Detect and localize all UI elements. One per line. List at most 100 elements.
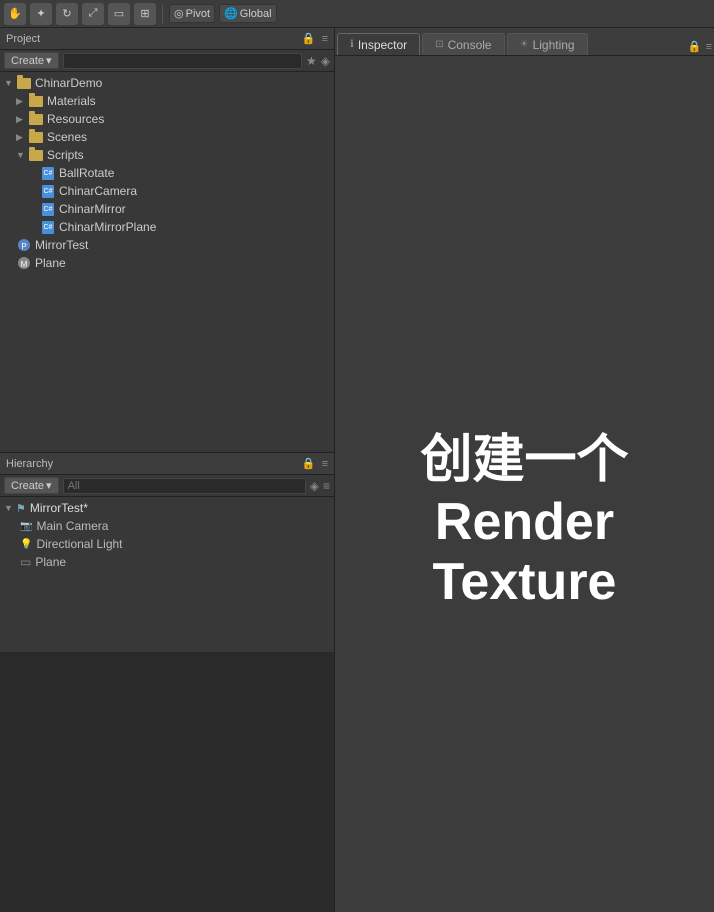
tab-menu-icon[interactable]: ≡ [706,41,712,53]
dropdown-arrow: ▾ [46,479,52,492]
console-tab-icon: ⊡ [435,39,443,50]
hand-tool[interactable]: ✋ [4,3,26,25]
script-icon: C# [40,220,56,234]
folder-icon [28,112,44,126]
project-toolbar: Create ▾ ★ ◈ [0,50,334,72]
mesh-icon: M [16,256,32,270]
item-label: BallRotate [59,166,114,180]
item-label: Plane [35,555,66,569]
inspector-tab-label: Inspector [358,38,407,52]
list-item[interactable]: M Plane [0,254,334,272]
svg-text:M: M [21,260,28,269]
left-panels: Project 🔒 ≡ Create ▾ ★ ◈ ▼ [0,28,335,912]
create-button[interactable]: Create ▾ [4,52,59,69]
global-label: Global [240,8,272,20]
list-item[interactable]: P MirrorTest [0,236,334,254]
hierarchy-panel: Hierarchy 🔒 ≡ Create ▾ ◈ ≡ ▼ ⚑ Mir [0,452,334,652]
tab-console[interactable]: ⊡ Console [422,33,504,55]
right-content: 创建一个Render Texture [335,56,714,912]
camera-icon: 📷 [20,521,32,532]
list-item[interactable]: ▼ ⚑ MirrorTest* [0,499,334,517]
expand-arrow: ▼ [16,150,28,160]
transform-tool[interactable]: ⊞ [134,3,156,25]
right-panel: ℹ Inspector ⊡ Console ☀ Lighting 🔒 ≡ 创建一… [335,28,714,912]
expand-arrow: ▶ [16,114,28,125]
rotate-tool[interactable]: ↻ [56,3,78,25]
prefab-icon: P [16,238,32,252]
menu-icon[interactable]: ≡ [322,458,328,470]
folder-icon [16,76,32,90]
hierarchy-toolbar: Create ▾ ◈ ≡ [0,475,334,497]
svg-text:P: P [21,242,26,251]
create-label: Create [11,480,44,492]
menu-icon2[interactable]: ≡ [323,479,330,493]
lock-icon[interactable]: 🔒 [302,457,316,470]
create-label: Create [11,55,44,67]
list-item[interactable]: ▶ Scenes [0,128,334,146]
item-label: Main Camera [36,519,108,533]
hierarchy-panel-header: Hierarchy 🔒 ≡ [0,453,334,475]
list-item[interactable]: C# ChinarCamera [0,182,334,200]
lock-icon[interactable]: 🔒 [302,32,316,45]
main-instruction-text: 创建一个Render Texture [335,417,714,612]
item-label: Scenes [47,130,87,144]
move-tool[interactable]: ✦ [30,3,52,25]
list-item[interactable]: ▭ Plane [0,553,334,571]
hierarchy-create-button[interactable]: Create ▾ [4,477,59,494]
script-icon: C# [40,166,56,180]
item-label: Resources [47,112,104,126]
main-toolbar: ✋ ✦ ↻ ⤢ ▭ ⊞ ◎ Pivot 🌐 Global [0,0,714,28]
global-icon: 🌐 [224,7,238,20]
list-item[interactable]: C# ChinarMirror [0,200,334,218]
list-item[interactable]: ▶ Materials [0,92,334,110]
hierarchy-panel-title: Hierarchy [6,458,53,470]
mesh-icon: ▭ [20,555,31,569]
list-item[interactable]: 💡 Directional Light [0,535,334,553]
hierarchy-content: ▼ ⚑ MirrorTest* 📷 Main Camera 💡 Directio… [0,497,334,652]
list-item[interactable]: ▶ Resources [0,110,334,128]
project-search-input[interactable] [63,53,302,69]
list-item[interactable]: C# BallRotate [0,164,334,182]
folder-icon [28,148,44,162]
item-label: Materials [47,94,96,108]
project-panel: Project 🔒 ≡ Create ▾ ★ ◈ ▼ [0,28,334,452]
list-item[interactable]: ▼ Scripts [0,146,334,164]
expand-arrow: ▶ [16,132,28,143]
tab-inspector[interactable]: ℹ Inspector [337,33,420,55]
item-label: ChinarMirrorPlane [59,220,156,234]
filter-icon[interactable]: ◈ [310,479,319,493]
folder-icon [28,94,44,108]
favorites-icon[interactable]: ★ [306,54,317,68]
menu-icon[interactable]: ≡ [322,33,328,45]
list-item[interactable]: 📷 Main Camera [0,517,334,535]
expand-arrow: ▶ [16,96,28,107]
dropdown-arrow: ▾ [46,54,52,67]
lock-tab-icon[interactable]: 🔒 [688,40,702,53]
item-label: ChinarMirror [59,202,126,216]
rect-tool[interactable]: ▭ [108,3,130,25]
item-label: ChinarCamera [59,184,137,198]
scene-name: MirrorTest* [30,501,88,515]
script-icon: C# [40,202,56,216]
script-icon: C# [40,184,56,198]
left-bottom-area [0,652,334,912]
item-label: Scripts [47,148,84,162]
pivot-group[interactable]: ◎ Pivot [169,4,215,23]
item-label: ChinarDemo [35,76,102,90]
project-content: ▼ ChinarDemo ▶ Materials [0,72,334,452]
main-layout: Project 🔒 ≡ Create ▾ ★ ◈ ▼ [0,28,714,912]
expand-arrow: ▼ [4,503,16,513]
global-group[interactable]: 🌐 Global [219,4,277,23]
lighting-tab-icon: ☀ [520,39,529,50]
item-label: Directional Light [36,537,122,551]
list-item[interactable]: C# ChinarMirrorPlane [0,218,334,236]
inspector-tab-icon: ℹ [350,39,354,50]
filter-icon[interactable]: ◈ [321,54,330,68]
list-item[interactable]: ▼ ChinarDemo [0,74,334,92]
scale-tool[interactable]: ⤢ [82,3,104,25]
scene-icon: ⚑ [16,502,26,515]
tab-bar: ℹ Inspector ⊡ Console ☀ Lighting 🔒 ≡ [335,28,714,56]
hierarchy-search-input[interactable] [63,478,306,494]
tab-lighting[interactable]: ☀ Lighting [507,33,588,55]
light-icon: 💡 [20,539,32,550]
